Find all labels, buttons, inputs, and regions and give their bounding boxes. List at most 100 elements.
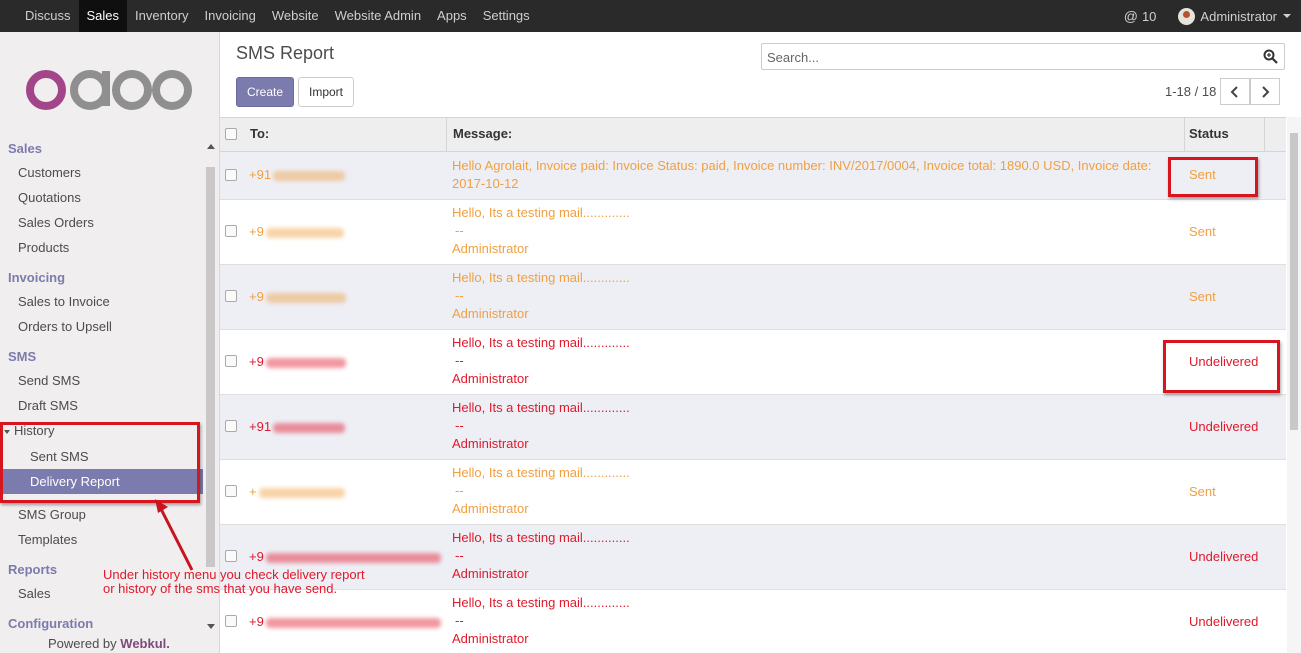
sidebar-item-sales-to-invoice[interactable]: Sales to Invoice bbox=[18, 294, 110, 309]
sidebar-item-orders-to-upsell[interactable]: Orders to Upsell bbox=[18, 319, 112, 334]
powered-by: Powered by Webkul. bbox=[48, 636, 170, 651]
column-message[interactable]: Message: bbox=[453, 118, 512, 152]
sidebar-scroll-up-icon[interactable] bbox=[207, 144, 215, 149]
status-badge: Undelivered bbox=[1189, 614, 1259, 629]
table-row[interactable]: +9 Hello, Its a testing mail............… bbox=[220, 525, 1286, 590]
annotation-arrow-icon bbox=[155, 499, 194, 571]
recipient-number: +9 bbox=[249, 224, 344, 239]
menu-settings[interactable]: Settings bbox=[475, 0, 538, 32]
column-status[interactable]: Status bbox=[1189, 118, 1229, 152]
column-to[interactable]: To: bbox=[250, 118, 269, 152]
menu-invoicing[interactable]: Invoicing bbox=[197, 0, 264, 32]
redacted-number bbox=[265, 552, 441, 563]
sidebar-item-customers[interactable]: Customers bbox=[18, 165, 81, 180]
menu-website[interactable]: Website bbox=[264, 0, 327, 32]
sms-report-table: To: Message: Status +91 Hello Agrolait, … bbox=[220, 117, 1286, 653]
redacted-number bbox=[265, 292, 346, 303]
message-text: Hello, Its a testing mail............. -… bbox=[452, 400, 630, 451]
section-invoicing: Invoicing bbox=[8, 270, 66, 285]
table-scrollbar[interactable] bbox=[1287, 117, 1301, 653]
odoo-logo bbox=[26, 70, 192, 110]
sidebar-item-draft-sms[interactable]: Draft SMS bbox=[18, 398, 78, 413]
at-icon: @ bbox=[1123, 8, 1138, 24]
user-name: Administrator bbox=[1200, 8, 1277, 24]
sidebar-item-sms-group[interactable]: SMS Group bbox=[18, 507, 86, 522]
messages-button[interactable]: @ 10 bbox=[1124, 8, 1157, 24]
recipient-number: +9 bbox=[249, 354, 346, 369]
search-placeholder: Search... bbox=[767, 50, 820, 65]
powered-prefix: Powered by bbox=[48, 636, 117, 651]
column-divider bbox=[1264, 118, 1265, 152]
recipient-number: +9 bbox=[249, 614, 441, 629]
create-button[interactable]: Create bbox=[236, 77, 294, 107]
recipient-number: +91 bbox=[249, 419, 346, 434]
message-text: Hello, Its a testing mail............. -… bbox=[452, 530, 630, 581]
message-text: Hello, Its a testing mail............. -… bbox=[452, 335, 630, 386]
systray: @ 10 Administrator bbox=[1124, 0, 1301, 32]
redacted-number bbox=[265, 357, 346, 368]
row-checkbox[interactable] bbox=[225, 615, 237, 627]
status-badge: Undelivered bbox=[1189, 549, 1259, 564]
table-row[interactable]: +91 Hello Agrolait, Invoice paid: Invoic… bbox=[220, 152, 1286, 200]
table-row[interactable]: +9 Hello, Its a testing mail............… bbox=[220, 590, 1286, 653]
import-button[interactable]: Import bbox=[298, 77, 354, 107]
row-checkbox[interactable] bbox=[225, 225, 237, 237]
app-menu: Discuss Sales Inventory Invoicing Websit… bbox=[0, 0, 538, 32]
row-checkbox[interactable] bbox=[225, 420, 237, 432]
menu-inventory[interactable]: Inventory bbox=[127, 0, 196, 32]
top-navbar: Discuss Sales Inventory Invoicing Websit… bbox=[0, 0, 1301, 32]
sidebar-scrollbar[interactable] bbox=[206, 167, 215, 567]
status-badge: Sent bbox=[1189, 484, 1216, 499]
table-row[interactable]: + Hello, Its a testing mail.............… bbox=[220, 460, 1286, 525]
table-row[interactable]: +9 Hello, Its a testing mail............… bbox=[220, 200, 1286, 265]
row-checkbox[interactable] bbox=[225, 290, 237, 302]
row-checkbox[interactable] bbox=[225, 169, 237, 181]
annotation-box-history-menu bbox=[0, 422, 200, 503]
table-row[interactable]: +9 Hello, Its a testing mail............… bbox=[220, 265, 1286, 330]
menu-website-admin[interactable]: Website Admin bbox=[327, 0, 429, 32]
redacted-number bbox=[273, 170, 346, 181]
sidebar-item-reports-sales[interactable]: Sales bbox=[18, 586, 51, 601]
menu-apps[interactable]: Apps bbox=[429, 0, 475, 32]
page-title: SMS Report bbox=[236, 43, 335, 63]
search-icon[interactable] bbox=[1263, 49, 1278, 64]
recipient-number: +9 bbox=[249, 549, 441, 564]
annotation-box-sent bbox=[1168, 157, 1258, 197]
recipient-number: +9 bbox=[249, 289, 346, 304]
scrollbar-thumb[interactable] bbox=[1290, 133, 1298, 430]
table-row[interactable]: +91 Hello, Its a testing mail...........… bbox=[220, 395, 1286, 460]
menu-discuss[interactable]: Discuss bbox=[17, 0, 79, 32]
message-text: Hello Agrolait, Invoice paid: Invoice St… bbox=[452, 158, 1152, 191]
pager-next-button[interactable] bbox=[1250, 78, 1280, 105]
status-badge: Sent bbox=[1189, 289, 1216, 304]
pager-value[interactable]: 1-18 / 18 bbox=[1165, 84, 1216, 99]
sidebar-scroll-down-icon[interactable] bbox=[207, 624, 215, 629]
redacted-number bbox=[273, 422, 346, 433]
message-text: Hello, Its a testing mail............. -… bbox=[452, 270, 630, 321]
powered-brand[interactable]: Webkul. bbox=[120, 636, 170, 651]
section-sales: Sales bbox=[8, 141, 42, 156]
select-all-checkbox[interactable] bbox=[225, 128, 237, 140]
row-checkbox[interactable] bbox=[225, 485, 237, 497]
sidebar-item-products[interactable]: Products bbox=[18, 240, 69, 255]
user-menu[interactable]: Administrator bbox=[1178, 7, 1291, 25]
pager-previous-button[interactable] bbox=[1220, 78, 1250, 105]
section-configuration: Configuration bbox=[8, 616, 94, 631]
search-input[interactable]: Search... bbox=[761, 43, 1285, 70]
row-checkbox[interactable] bbox=[225, 550, 237, 562]
annotation-box-undelivered bbox=[1163, 340, 1280, 393]
avatar bbox=[1178, 7, 1196, 25]
redacted-number bbox=[265, 227, 344, 238]
table-header: To: Message: Status bbox=[220, 118, 1286, 152]
menu-sales[interactable]: Sales bbox=[78, 0, 128, 32]
sidebar-item-sales-orders[interactable]: Sales Orders bbox=[18, 215, 94, 230]
sidebar-item-send-sms[interactable]: Send SMS bbox=[18, 373, 80, 388]
sidebar-item-templates[interactable]: Templates bbox=[18, 532, 77, 547]
sidebar-item-quotations[interactable]: Quotations bbox=[18, 190, 81, 205]
section-reports: Reports bbox=[8, 562, 58, 577]
row-checkbox[interactable] bbox=[225, 355, 237, 367]
section-sms: SMS bbox=[8, 349, 37, 364]
status-badge: Sent bbox=[1189, 224, 1216, 239]
message-text: Hello, Its a testing mail............. -… bbox=[452, 205, 630, 256]
table-row[interactable]: +9 Hello, Its a testing mail............… bbox=[220, 330, 1286, 395]
